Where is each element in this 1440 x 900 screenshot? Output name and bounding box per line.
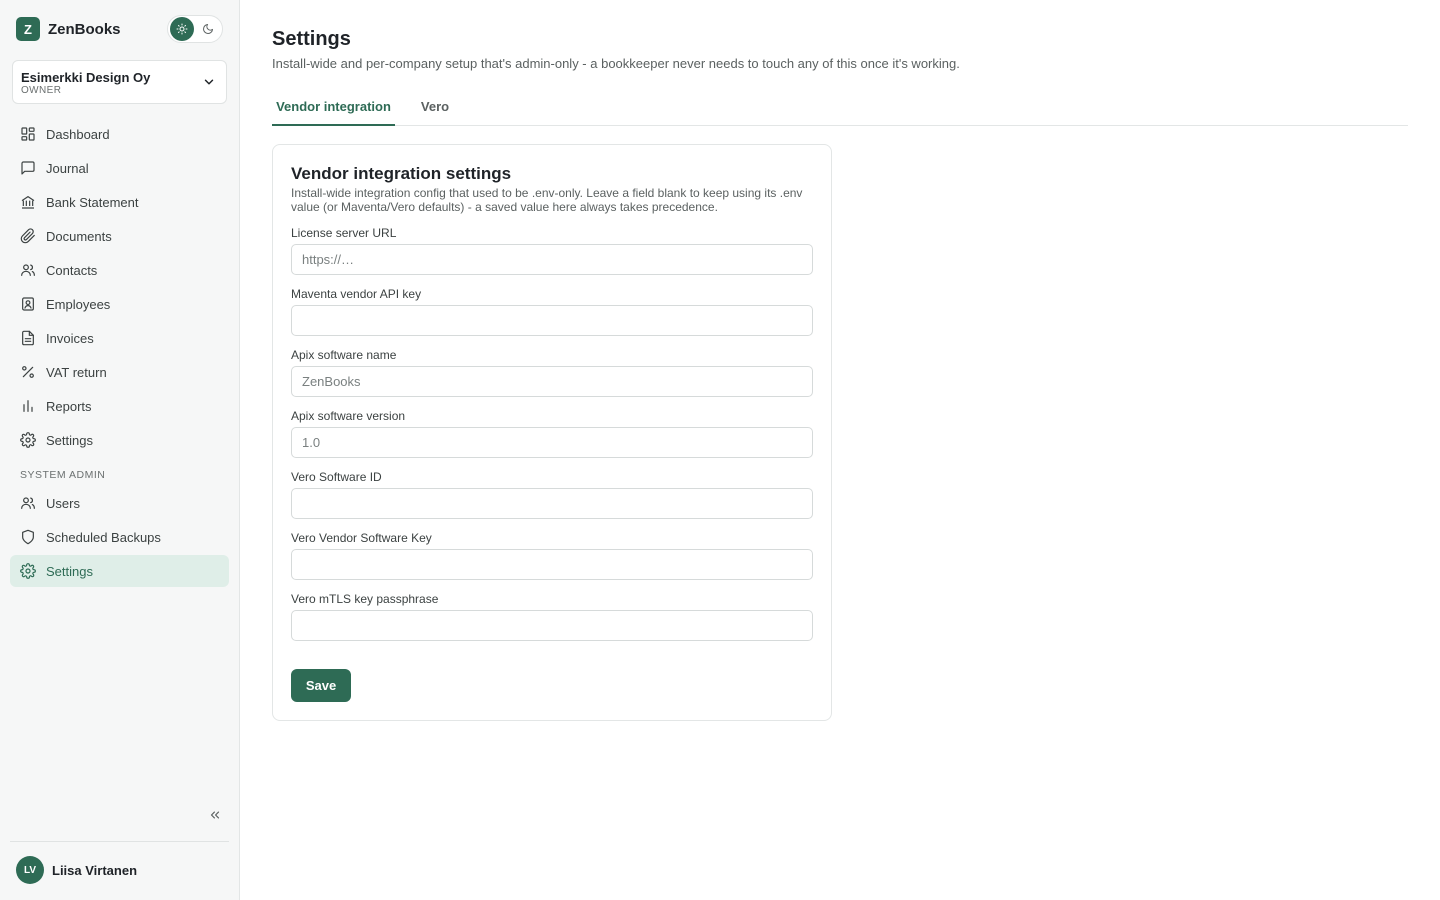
sidebar-item-employees[interactable]: Employees <box>10 288 229 320</box>
sidebar-item-label: Invoices <box>46 330 94 346</box>
save-button[interactable]: Save <box>291 669 351 702</box>
chevrons-left-icon <box>210 811 220 819</box>
sidebar-item-label: Reports <box>46 398 92 414</box>
sidebar-item-label: Users <box>46 495 80 511</box>
sidebar-item-vat-return[interactable]: VAT return <box>10 356 229 388</box>
theme-toggle <box>167 15 223 43</box>
tab-vero[interactable]: Vero <box>417 88 453 125</box>
license-server-url-input[interactable] <box>291 244 813 275</box>
vero-mtls-passphrase-label: Vero mTLS key passphrase <box>291 592 439 606</box>
dark-mode-button[interactable] <box>196 17 220 41</box>
user-name: Liisa Virtanen <box>52 862 138 878</box>
sidebar-item-contacts[interactable]: Contacts <box>10 254 229 286</box>
vero-mtls-passphrase-input[interactable] <box>291 610 813 641</box>
gear-icon <box>20 563 36 579</box>
sidebar-item-users[interactable]: Users <box>10 487 229 519</box>
sidebar-item-admin-settings[interactable]: Settings <box>10 555 229 587</box>
main-nav: Dashboard Journal Bank Statement Documen… <box>10 118 229 458</box>
sidebar-item-reports[interactable]: Reports <box>10 390 229 422</box>
apix-software-name-label: Apix software name <box>291 348 397 362</box>
sidebar-item-label: VAT return <box>46 364 107 380</box>
sidebar-item-invoices[interactable]: Invoices <box>10 322 229 354</box>
apix-software-version-input[interactable] <box>291 427 813 458</box>
file-text-icon <box>22 330 34 346</box>
brand-name: ZenBooks <box>48 20 121 38</box>
admin-nav: Users Scheduled Backups Settings <box>10 487 229 589</box>
vero-vendor-software-key-label: Vero Vendor Software Key <box>291 531 432 545</box>
brand[interactable]: Z ZenBooks <box>16 17 121 41</box>
maventa-api-key-label: Maventa vendor API key <box>291 287 422 301</box>
sun-icon <box>176 23 188 35</box>
company-role: OWNER <box>21 85 62 96</box>
bank-icon <box>21 196 35 209</box>
vendor-integration-card: Vendor integration settings Install-wide… <box>272 144 832 721</box>
sidebar-item-label: Journal <box>46 160 89 176</box>
page-title: Settings <box>272 28 351 50</box>
sidebar-item-journal[interactable]: Journal <box>10 152 229 184</box>
maventa-api-key-input[interactable] <box>291 305 813 336</box>
sidebar-item-label: Scheduled Backups <box>46 529 161 545</box>
sidebar-divider <box>10 841 229 842</box>
page-subtitle: Install-wide and per-company setup that'… <box>272 56 960 71</box>
sidebar-item-scheduled-backups[interactable]: Scheduled Backups <box>10 521 229 553</box>
sidebar-item-label: Dashboard <box>46 126 110 142</box>
vero-software-id-label: Vero Software ID <box>291 470 382 484</box>
brand-logo: Z <box>16 17 40 41</box>
light-mode-button[interactable] <box>170 17 194 41</box>
sidebar-item-label: Employees <box>46 296 111 312</box>
vero-software-id-input[interactable] <box>291 488 813 519</box>
chevron-down-icon <box>204 79 214 85</box>
gear-icon <box>20 432 36 448</box>
apix-software-version-label: Apix software version <box>291 409 406 423</box>
license-server-url-label: License server URL <box>291 226 397 240</box>
company-switcher[interactable]: Esimerkki Design Oy OWNER <box>12 60 227 104</box>
tab-vendor-integration[interactable]: Vendor integration <box>272 88 395 126</box>
sidebar-item-documents[interactable]: Documents <box>10 220 229 252</box>
sidebar-item-label: Settings <box>46 563 93 579</box>
percent-icon <box>22 366 34 378</box>
card-description: Install-wide integration config that use… <box>291 186 803 214</box>
vero-vendor-software-key-input[interactable] <box>291 549 813 580</box>
users-icon <box>21 264 35 276</box>
collapse-sidebar-button[interactable] <box>206 806 224 824</box>
sidebar: Z ZenBooks Esimerkki Design Oy OWNER Das… <box>0 0 240 900</box>
bar-chart-icon <box>23 400 33 412</box>
apix-software-name-input[interactable] <box>291 366 813 397</box>
user-menu[interactable]: LV Liisa Virtanen <box>16 856 137 884</box>
dashboard-icon <box>21 127 35 141</box>
message-square-icon <box>21 161 35 175</box>
shield-icon <box>22 529 34 545</box>
sidebar-item-dashboard[interactable]: Dashboard <box>10 118 229 150</box>
system-admin-section-label: SYSTEM ADMIN <box>20 469 106 481</box>
sidebar-item-label: Documents <box>46 228 112 244</box>
avatar: LV <box>16 856 44 884</box>
users-icon <box>21 497 35 509</box>
company-name: Esimerkki Design Oy <box>21 70 151 85</box>
sidebar-item-label: Settings <box>46 432 93 448</box>
sidebar-item-label: Contacts <box>46 262 98 278</box>
settings-tabs: Vendor integration Vero <box>272 88 1408 126</box>
id-badge-icon <box>22 297 34 311</box>
card-title: Vendor integration settings <box>291 164 512 183</box>
paperclip-icon <box>20 228 35 244</box>
sidebar-item-settings[interactable]: Settings <box>10 424 229 456</box>
moon-icon <box>203 24 213 34</box>
sidebar-item-bank-statement[interactable]: Bank Statement <box>10 186 229 218</box>
sidebar-item-label: Bank Statement <box>46 194 139 210</box>
